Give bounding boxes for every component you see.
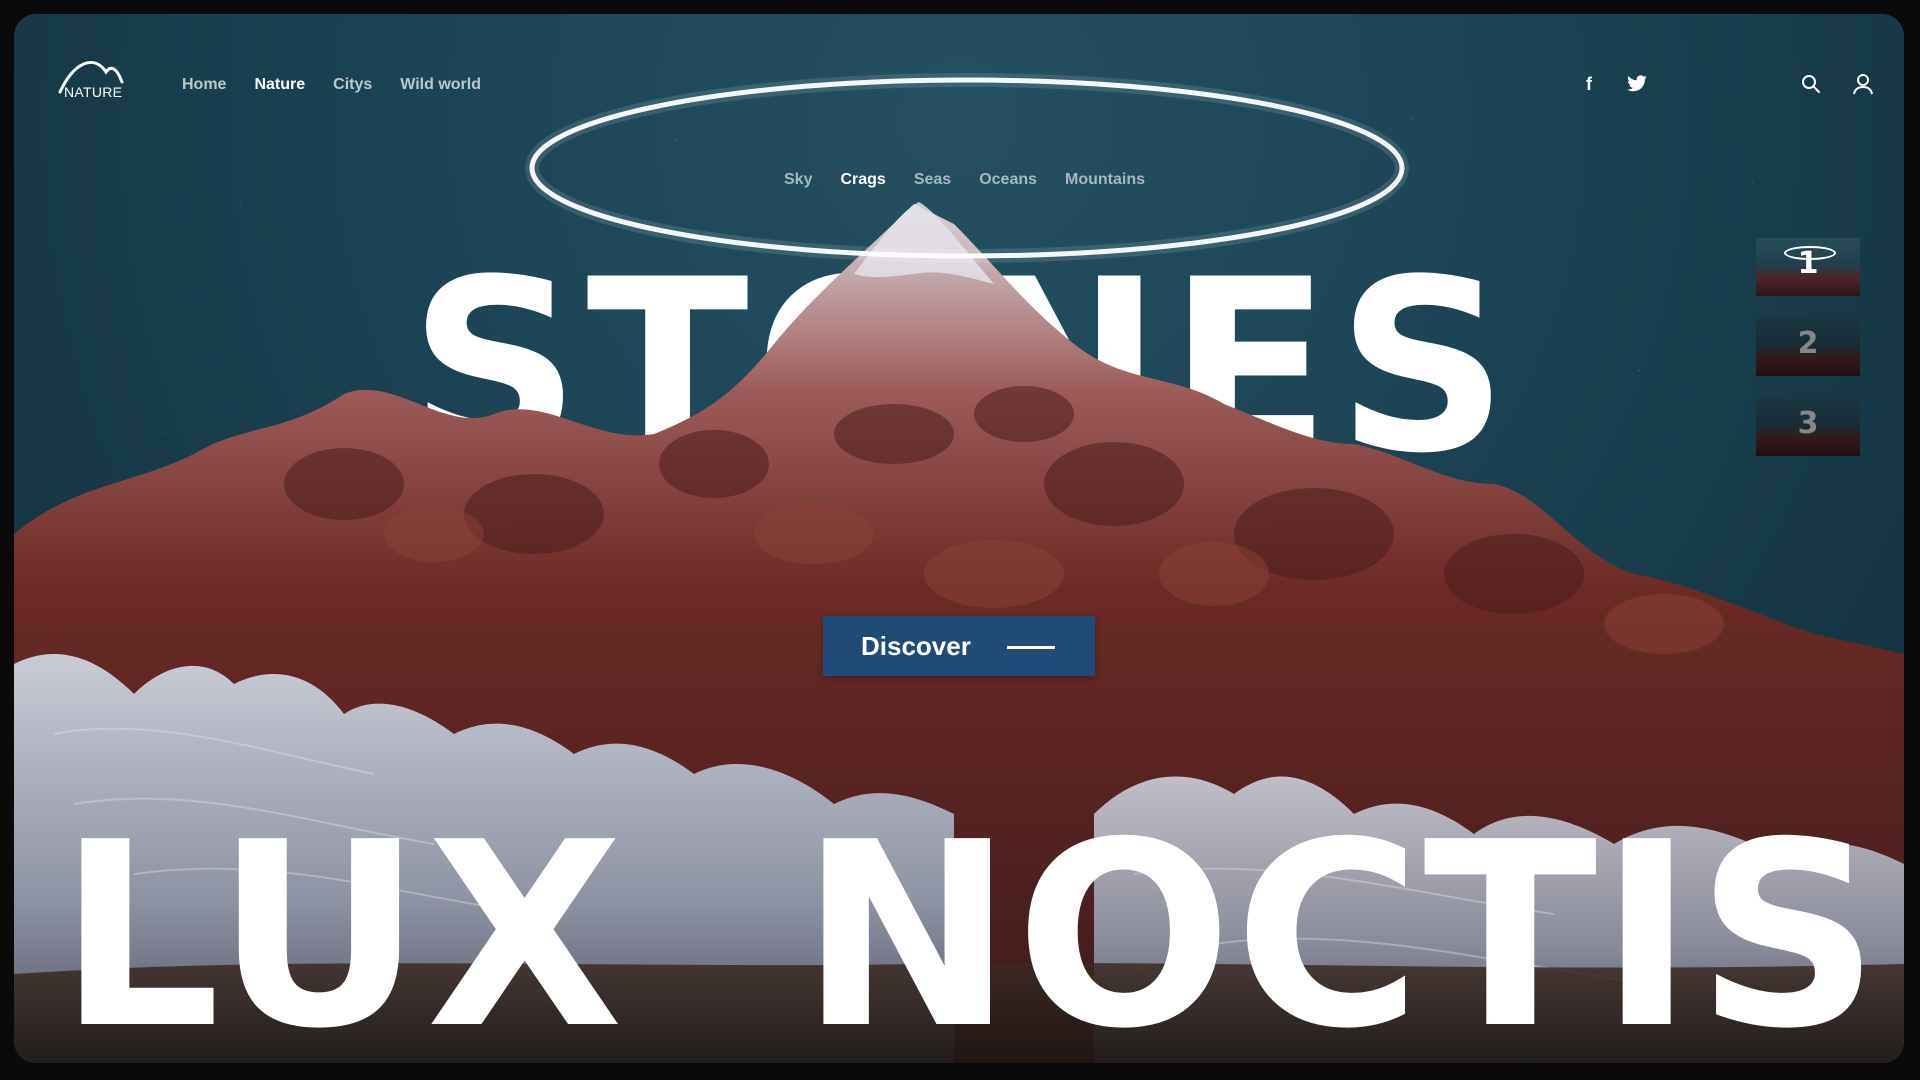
nav-item-wild-world[interactable]: Wild world: [400, 76, 481, 94]
headline-noctis: NOCTIS: [800, 788, 1882, 1063]
search-icon[interactable]: [1799, 72, 1823, 96]
nav-item-nature[interactable]: Nature: [254, 76, 305, 94]
slide-number: 1: [1797, 246, 1819, 281]
slide-thumb-3[interactable]: 3: [1756, 398, 1860, 456]
subnav-item-sky[interactable]: Sky: [784, 171, 812, 189]
subnav-item-oceans[interactable]: Oceans: [979, 171, 1037, 189]
subnav-item-mountains[interactable]: Mountains: [1065, 171, 1145, 189]
twitter-icon[interactable]: [1625, 72, 1649, 96]
nav-item-citys[interactable]: Citys: [333, 76, 372, 94]
device-frame: STONES: [0, 0, 1920, 1080]
discover-label: Discover: [861, 630, 971, 661]
slide-number: 3: [1797, 406, 1819, 441]
headline-lux: LUX: [58, 788, 628, 1063]
slide-thumb-1[interactable]: 1: [1756, 238, 1860, 296]
logo-label: NATURE: [64, 84, 123, 100]
nav-item-home[interactable]: Home: [182, 76, 226, 94]
subnav-item-crags[interactable]: Crags: [840, 171, 885, 189]
social-links: f: [1577, 72, 1649, 96]
slide-number: 2: [1797, 326, 1819, 361]
hero-screen: STONES: [14, 14, 1904, 1063]
slide-thumb-2[interactable]: 2: [1756, 318, 1860, 376]
utility-icons: [1799, 72, 1875, 96]
facebook-glyph: f: [1586, 73, 1592, 94]
discover-button[interactable]: Discover: [823, 616, 1095, 676]
facebook-icon[interactable]: f: [1577, 72, 1601, 96]
halo-ring: [525, 73, 1409, 263]
user-icon[interactable]: [1851, 72, 1875, 96]
mountain-arc-icon[interactable]: [54, 52, 134, 112]
subnav-item-seas[interactable]: Seas: [914, 171, 951, 189]
slide-thumbnails: 1 2 3: [1756, 238, 1860, 478]
category-subnav: Sky Crags Seas Oceans Mountains: [784, 171, 1173, 189]
main-nav: Home Nature Citys Wild world: [182, 76, 509, 94]
arrow-line-icon: [1007, 646, 1055, 649]
